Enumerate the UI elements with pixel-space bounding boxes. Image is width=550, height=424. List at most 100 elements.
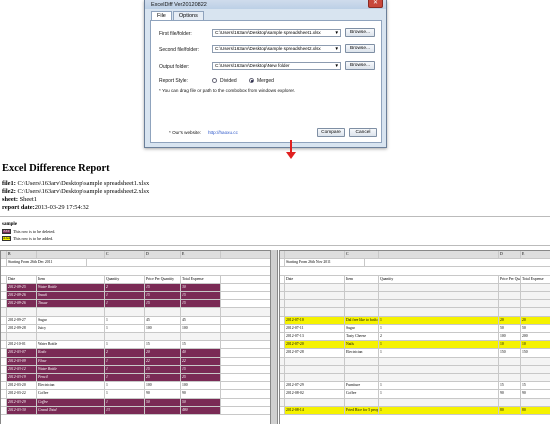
- table-cell[interactable]: [145, 333, 181, 341]
- table-cell[interactable]: [345, 365, 379, 373]
- table-cell[interactable]: Furniture: [345, 382, 379, 390]
- table-cell[interactable]: 150: [521, 349, 550, 356]
- table-cell[interactable]: 200: [521, 333, 550, 340]
- table-cell[interactable]: 20: [521, 316, 550, 324]
- table-cell[interactable]: 2012-03-20: [7, 382, 37, 390]
- table-cell[interactable]: 150: [499, 349, 521, 357]
- column-header[interactable]: Quantity: [379, 275, 499, 283]
- table-cell[interactable]: 1: [379, 382, 499, 390]
- pane-splitter[interactable]: [270, 250, 278, 424]
- table-cell[interactable]: 2012-08-02: [285, 390, 345, 398]
- table-cell[interactable]: 20: [499, 316, 521, 324]
- table-cell[interactable]: 50: [145, 398, 181, 406]
- table-cell[interactable]: 90: [499, 390, 521, 398]
- table-cell[interactable]: 100: [145, 382, 181, 390]
- column-header[interactable]: Item: [345, 275, 379, 283]
- table-cell[interactable]: 15: [181, 341, 221, 349]
- table-cell[interactable]: Coffee: [37, 398, 105, 406]
- table-cell[interactable]: [145, 308, 181, 316]
- compare-button[interactable]: Compare: [317, 128, 345, 137]
- cancel-button[interactable]: Cancel: [349, 128, 377, 137]
- table-cell[interactable]: 15: [181, 292, 221, 300]
- table-cell[interactable]: [285, 283, 345, 291]
- table-cell[interactable]: [499, 365, 521, 373]
- table-cell[interactable]: [379, 357, 499, 365]
- caption-cell[interactable]: Starting From 26th Nov 2011: [285, 259, 365, 267]
- close-button[interactable]: ✕: [368, 0, 383, 8]
- table-cell[interactable]: Pencil: [37, 374, 105, 382]
- table-cell[interactable]: 2012-03-19: [7, 374, 37, 382]
- first-file-combo[interactable]: C:\Users\163arv\Desktop\sample spreadshe…: [212, 29, 341, 37]
- table-cell[interactable]: 1: [105, 357, 145, 365]
- table-cell[interactable]: [105, 333, 145, 341]
- table-cell[interactable]: 2012-09-26: [7, 300, 37, 308]
- column-letter[interactable]: [379, 251, 499, 259]
- table-cell[interactable]: 25: [145, 374, 181, 382]
- table-cell[interactable]: 1: [105, 324, 145, 332]
- table-cell[interactable]: [379, 283, 499, 291]
- table-cell[interactable]: 2012-09-28: [7, 324, 37, 332]
- chevron-down-icon[interactable]: ▼: [335, 30, 339, 36]
- table-cell[interactable]: Electrician: [37, 382, 105, 390]
- table-cell[interactable]: 1: [105, 374, 145, 382]
- column-letter[interactable]: E: [181, 251, 221, 259]
- table-cell[interactable]: [499, 357, 521, 365]
- table-cell[interactable]: 1: [105, 300, 145, 308]
- table-cell[interactable]: 2012-07-10: [285, 316, 345, 324]
- table-cell[interactable]: 1: [379, 349, 499, 357]
- table-cell[interactable]: 15: [145, 300, 181, 308]
- table-cell[interactable]: 1: [105, 365, 145, 373]
- table-cell[interactable]: 2012-10-01: [7, 341, 37, 349]
- table-cell[interactable]: Electrician: [345, 349, 379, 357]
- table-cell[interactable]: 20: [145, 349, 181, 357]
- column-letter[interactable]: E: [521, 251, 550, 258]
- table-cell[interactable]: [379, 374, 499, 382]
- table-cell[interactable]: 2012-07-28: [285, 349, 345, 357]
- table-cell[interactable]: 15: [181, 365, 221, 373]
- table-cell[interactable]: 2: [105, 283, 145, 291]
- table-cell[interactable]: Juicy: [37, 324, 105, 332]
- table-cell[interactable]: Water Bottle: [37, 283, 105, 291]
- table-cell[interactable]: [37, 308, 105, 316]
- column-header[interactable]: Quantity: [105, 275, 145, 283]
- table-cell[interactable]: 1: [105, 390, 145, 398]
- table-cell[interactable]: 1: [105, 341, 145, 349]
- table-cell[interactable]: 2012-03-30: [7, 406, 37, 414]
- table-cell[interactable]: 80: [499, 406, 521, 414]
- table-cell[interactable]: 2012-03-12: [7, 365, 37, 373]
- table-cell[interactable]: 10: [521, 341, 550, 349]
- table-cell[interactable]: [285, 357, 345, 365]
- table-cell[interactable]: 30: [181, 283, 221, 291]
- table-cell[interactable]: [285, 365, 345, 373]
- table-cell[interactable]: [379, 292, 499, 300]
- website-link[interactable]: http://haoxu.cc: [208, 130, 238, 135]
- table-cell[interactable]: 15: [521, 382, 550, 389]
- column-header[interactable]: Total Expense: [521, 276, 550, 283]
- table-cell[interactable]: [345, 292, 379, 300]
- table-cell[interactable]: [285, 374, 345, 382]
- table-cell[interactable]: [499, 283, 521, 291]
- column-header[interactable]: Total Expense: [181, 275, 221, 283]
- table-cell[interactable]: [499, 398, 521, 406]
- table-cell[interactable]: Tasty Cheese: [345, 333, 379, 341]
- table-cell[interactable]: 80: [521, 406, 550, 414]
- table-cell[interactable]: [521, 292, 550, 299]
- browse-second-button[interactable]: Browse...: [345, 44, 375, 53]
- table-cell[interactable]: 15: [145, 365, 181, 373]
- table-cell[interactable]: 100: [499, 333, 521, 341]
- column-letter[interactable]: [285, 251, 345, 259]
- column-letter[interactable]: D: [145, 251, 181, 259]
- table-cell[interactable]: 15: [181, 300, 221, 308]
- table-cell[interactable]: [285, 398, 345, 406]
- table-cell[interactable]: [521, 366, 550, 373]
- table-cell[interactable]: [7, 308, 37, 316]
- table-cell[interactable]: 100: [145, 324, 181, 332]
- column-header[interactable]: Item: [37, 275, 105, 283]
- table-cell[interactable]: Nails: [345, 341, 379, 349]
- table-cell[interactable]: 1: [105, 382, 145, 390]
- table-cell[interactable]: Fried Rice for 5 people: [345, 406, 379, 414]
- table-cell[interactable]: 100: [181, 382, 221, 390]
- table-cell[interactable]: 50: [499, 324, 521, 332]
- table-cell[interactable]: [7, 333, 37, 341]
- column-letter[interactable]: D: [499, 251, 521, 259]
